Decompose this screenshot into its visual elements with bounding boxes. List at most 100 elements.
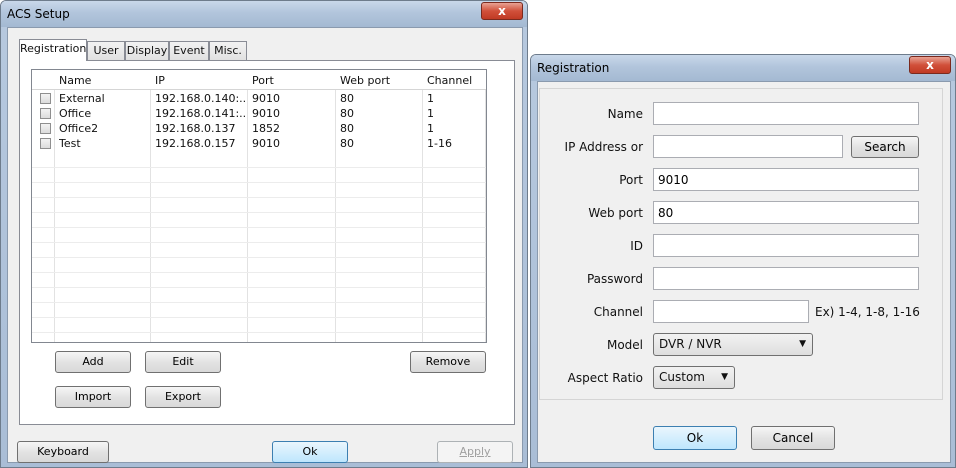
grid-line — [32, 272, 486, 273]
row-checkbox[interactable] — [40, 108, 51, 119]
registration-cancel-button[interactable]: Cancel — [751, 426, 835, 450]
row-port: 9010 — [252, 107, 280, 120]
row-ip: 192.168.0.141:... — [155, 107, 247, 120]
id-label: ID — [630, 239, 643, 253]
row-web-port: 80 — [340, 92, 354, 105]
device-list[interactable]: Name IP Port Web port Channel External 1… — [31, 69, 487, 343]
chevron-down-icon: ▼ — [799, 339, 806, 349]
grid-line — [32, 287, 486, 288]
table-row[interactable]: Office 192.168.0.141:... 9010 80 1 — [32, 106, 486, 121]
acs-titlebar[interactable]: ACS Setup x — [1, 1, 527, 27]
table-row[interactable]: External 192.168.0.140:... 9010 80 1 — [32, 91, 486, 106]
acs-setup-window: ACS Setup x Registration User Display Ev… — [0, 0, 528, 468]
column-header-channel[interactable]: Channel — [427, 74, 472, 87]
tab-event[interactable]: Event — [169, 41, 209, 60]
grid-line — [32, 257, 486, 258]
row-name: Office2 — [59, 122, 99, 135]
aspect-ratio-select[interactable]: Custom ▼ — [653, 366, 735, 389]
list-header: Name IP Port Web port Channel — [32, 70, 486, 90]
aspect-ratio-label: Aspect Ratio — [567, 371, 643, 385]
import-button[interactable]: Import — [55, 386, 131, 408]
row-channel: 1 — [427, 122, 434, 135]
row-ip: 192.168.0.157 — [155, 137, 236, 150]
grid-line — [32, 317, 486, 318]
row-port: 9010 — [252, 92, 280, 105]
tab-display[interactable]: Display — [125, 41, 169, 60]
chevron-down-icon: ▼ — [721, 372, 728, 382]
model-label: Model — [606, 338, 643, 352]
channel-field[interactable] — [653, 300, 809, 323]
keyboard-button[interactable]: Keyboard — [17, 441, 109, 463]
registration-dialog: Registration x Name IP Address or Search… — [530, 54, 956, 468]
remove-button[interactable]: Remove — [410, 351, 486, 373]
port-field[interactable] — [653, 168, 919, 191]
edit-button[interactable]: Edit — [145, 351, 221, 373]
ip-address-field[interactable] — [653, 135, 843, 158]
row-checkbox[interactable] — [40, 93, 51, 104]
aspect-ratio-selected-value: Custom — [659, 370, 705, 384]
row-port: 9010 — [252, 137, 280, 150]
name-label: Name — [607, 107, 643, 121]
column-header-web-port[interactable]: Web port — [340, 74, 390, 87]
row-name: Test — [59, 137, 81, 150]
tab-registration[interactable]: Registration — [19, 39, 87, 61]
ok-button[interactable]: Ok — [272, 441, 348, 463]
column-header-ip[interactable]: IP — [155, 74, 165, 87]
table-row[interactable]: Office2 192.168.0.137 1852 80 1 — [32, 121, 486, 136]
add-button[interactable]: Add — [55, 351, 131, 373]
port-label: Port — [619, 173, 643, 187]
channel-label: Channel — [593, 305, 643, 319]
search-button[interactable]: Search — [851, 136, 919, 158]
id-field[interactable] — [653, 234, 919, 257]
registration-ok-button[interactable]: Ok — [653, 426, 737, 450]
tab-event-label: Event — [173, 44, 205, 57]
model-select[interactable]: DVR / NVR ▼ — [653, 333, 813, 356]
password-field[interactable] — [653, 267, 919, 290]
password-label: Password — [586, 272, 643, 286]
web-port-label: Web port — [588, 206, 643, 220]
tab-misc[interactable]: Misc. — [209, 41, 247, 60]
row-port: 1852 — [252, 122, 280, 135]
acs-close-button[interactable]: x — [481, 2, 523, 20]
web-port-field[interactable] — [653, 201, 919, 224]
registration-titlebar[interactable]: Registration x — [531, 55, 955, 81]
row-web-port: 80 — [340, 122, 354, 135]
row-ip: 192.168.0.137 — [155, 122, 236, 135]
channel-hint: Ex) 1-4, 1-8, 1-16 — [815, 305, 920, 319]
column-header-port[interactable]: Port — [252, 74, 274, 87]
registration-close-button[interactable]: x — [909, 56, 951, 74]
row-ip: 192.168.0.140:... — [155, 92, 247, 105]
export-button[interactable]: Export — [145, 386, 221, 408]
row-name: Office — [59, 107, 92, 120]
tab-user-label: User — [93, 44, 119, 57]
grid-line — [32, 212, 486, 213]
tab-registration-label: Registration — [20, 42, 87, 55]
grid-line — [32, 167, 486, 168]
grid-line — [32, 182, 486, 183]
table-row[interactable]: Test 192.168.0.157 9010 80 1-16 — [32, 136, 486, 151]
close-icon: x — [498, 4, 506, 18]
name-field[interactable] — [653, 102, 919, 125]
grid-line — [32, 197, 486, 198]
acs-window-title: ACS Setup — [7, 7, 70, 21]
tab-user[interactable]: User — [87, 41, 125, 60]
close-icon: x — [926, 58, 934, 72]
ip-address-label: IP Address or — [564, 140, 643, 154]
row-channel: 1 — [427, 92, 434, 105]
tab-misc-label: Misc. — [214, 44, 242, 57]
grid-line — [32, 227, 486, 228]
row-web-port: 80 — [340, 137, 354, 150]
row-web-port: 80 — [340, 107, 354, 120]
grid-line — [32, 242, 486, 243]
grid-line — [32, 332, 486, 333]
apply-button[interactable]: Apply — [437, 441, 513, 463]
tab-display-label: Display — [126, 44, 168, 57]
model-selected-value: DVR / NVR — [659, 337, 722, 351]
row-channel: 1-16 — [427, 137, 452, 150]
registration-title: Registration — [537, 61, 610, 75]
row-checkbox[interactable] — [40, 138, 51, 149]
row-channel: 1 — [427, 107, 434, 120]
grid-line — [32, 302, 486, 303]
column-header-name[interactable]: Name — [59, 74, 91, 87]
row-checkbox[interactable] — [40, 123, 51, 134]
